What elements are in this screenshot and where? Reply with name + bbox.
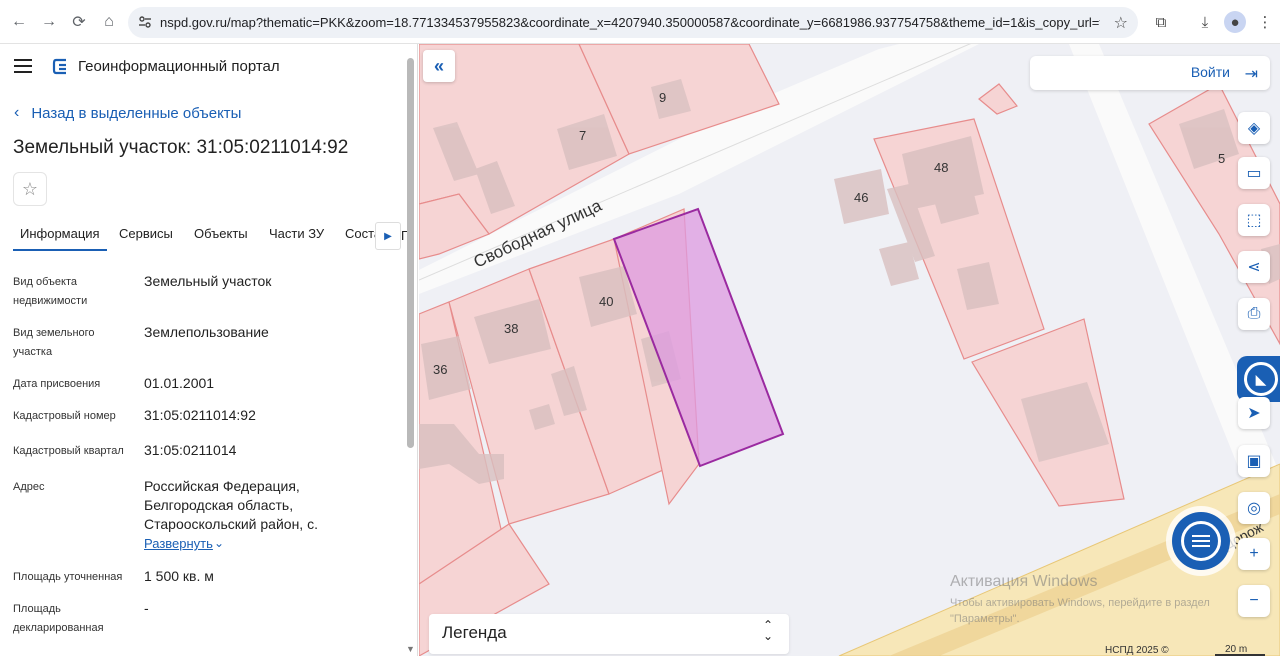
legend-panel[interactable]: Легенда ⌃ ⌄ [429,614,789,654]
label-address: Адрес [13,481,45,493]
chevron-down-icon[interactable]: ⌄ [214,536,224,550]
windows-activation-text: Чтобы активировать Windows, перейдите в … [950,597,1210,625]
portal-logo-icon [52,58,66,75]
legend-toggle-icon[interactable]: ⌃ ⌄ [763,619,773,642]
address-bar[interactable]: nspd.gov.ru/map?thematic=PKK&zoom=18.771… [128,7,1138,38]
expand-address-link[interactable]: Развернуть [144,536,213,551]
house-number-46: 46 [854,190,868,205]
tab-parts[interactable]: Части ЗУ [269,226,324,241]
house-number-48: 48 [934,160,948,175]
panel-scrollbar[interactable] [407,58,414,448]
map-copyright: НСПД 2025 © [1105,645,1169,656]
ruler-icon[interactable]: ▭ [1238,157,1270,189]
url-text[interactable]: nspd.gov.ru/map?thematic=PKK&zoom=18.771… [160,15,1100,30]
login-button[interactable]: Войти ⇥ [1030,56,1270,90]
chevron-left-icon: ‹ [14,104,20,121]
assistant-icon: ◣ [1244,362,1278,396]
map-canvas[interactable]: Свободная улица Дорож 9 7 48 46 5 7 40 3… [419,44,1280,656]
back-arrow-icon[interactable]: ← [7,10,31,34]
area-select-icon[interactable]: ⬚ [1238,204,1270,236]
tab-services[interactable]: Сервисы [119,226,173,241]
tab-information[interactable]: Информация [13,226,107,251]
chat-button[interactable] [1172,512,1230,570]
object-title: Земельный участок: 31:05:0211014:92 [13,137,349,158]
assistant-button[interactable]: ◣ [1237,356,1280,402]
browser-toolbar: ← → ⟳ ⌂ nspd.gov.ru/map?thematic=PKK&zoo… [0,0,1280,44]
print-icon[interactable]: ⎙ [1238,298,1270,330]
scroll-down-icon[interactable]: ▼ [406,644,415,654]
map-view[interactable]: Свободная улица Дорож 9 7 48 46 5 7 40 3… [419,44,1280,656]
favorite-star-button[interactable]: ☆ [13,172,47,206]
label-area-refined: Площадь уточненная [13,571,123,583]
minimap-icon[interactable]: ▣ [1238,445,1270,477]
value-parcel-kind: Землепользование [144,324,269,340]
locate-icon[interactable]: ➤ [1238,397,1270,429]
label-object-type: Вид объекта недвижимости [13,276,88,307]
back-to-selected-link[interactable]: ‹ Назад в выделенные объекты [14,104,241,122]
bookmark-star-icon[interactable]: ☆ [1114,13,1128,33]
house-number-5: 5 [1218,151,1225,166]
hamburger-menu-icon[interactable] [14,59,32,73]
home-icon[interactable]: ⌂ [97,10,121,34]
login-icon: ⇥ [1244,66,1258,83]
download-icon[interactable]: ⤓ [1194,11,1216,33]
label-cadastral-quarter: Кадастровый квартал [13,445,124,457]
portal-title: Геоинформационный портал [78,58,280,75]
zoom-in-icon[interactable]: + [1238,538,1270,570]
value-area-refined: 1 500 кв. м [144,568,214,584]
value-object-type: Земельный участок [144,273,272,289]
house-number-9: 9 [659,90,666,105]
tabs-scroll-right-icon[interactable]: ▶ [375,222,401,250]
value-cadastral-number: 31:05:0211014:92 [144,407,256,423]
zoom-out-icon[interactable]: − [1238,585,1270,617]
login-label: Войти [1190,64,1230,80]
value-cadastral-quarter: 31:05:0211014 [144,442,237,458]
label-area-declared: Площадь декларированная [13,603,104,634]
forward-arrow-icon[interactable]: → [37,10,61,34]
value-assign-date: 01.01.2001 [144,375,215,391]
label-assign-date: Дата присвоения [13,378,101,390]
legend-label: Легенда [442,623,507,642]
share-icon[interactable]: ⋖ [1238,251,1270,283]
layers-icon[interactable]: ◈ [1238,112,1270,144]
tabs-bar: Информация Сервисы Объекты Части ЗУ Сост… [0,220,410,252]
label-cadastral-number: Кадастровый номер [13,410,116,422]
site-settings-icon[interactable] [138,15,152,29]
value-area-declared: - [144,600,149,616]
house-number-36: 36 [433,362,447,377]
chat-icon [1181,521,1221,561]
profile-avatar-icon[interactable]: ● [1224,11,1246,33]
extensions-icon[interactable]: ⧉ [1150,11,1172,33]
info-panel: Геоинформационный портал ‹ Назад в выдел… [0,44,418,656]
menu-kebab-icon[interactable]: ⋮ [1254,11,1276,33]
collapse-panel-button[interactable]: « [423,50,455,82]
house-number-7: 7 [579,128,586,143]
house-number-40: 40 [599,294,613,309]
star-icon: ☆ [21,178,39,199]
label-parcel-kind: Вид земельного участка [13,327,95,358]
reload-icon[interactable]: ⟳ [67,10,91,34]
tab-objects[interactable]: Объекты [194,226,248,241]
value-address: Российская Федерация, Белгородская облас… [144,478,318,532]
back-link-label: Назад в выделенные объекты [31,104,242,122]
geo-search-icon[interactable]: ◎ [1238,492,1270,524]
windows-activation-title: Активация Windows [950,573,1098,590]
house-number-38: 38 [504,321,518,336]
